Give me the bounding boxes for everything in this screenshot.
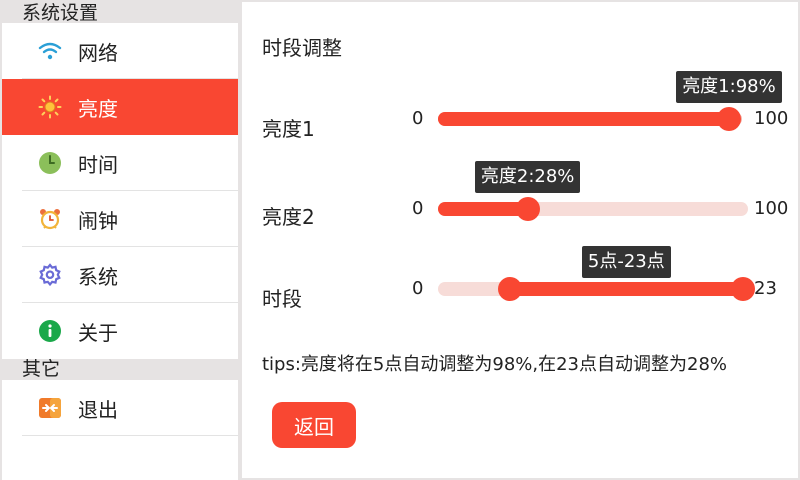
other-menu: 退出 [2,380,238,480]
clock-icon [38,151,62,175]
brightness1-max: 100 [754,108,789,129]
brightness-panel: 时段调整 亮度1 0 亮度1:98% 100 亮度2 0 亮度2:28% 100… [242,2,798,478]
period-start-thumb[interactable] [497,277,522,301]
sidebar-item-about[interactable]: 关于 [2,303,238,359]
brightness2-slider-thumb[interactable] [515,197,540,221]
brightness1-slider-thumb[interactable] [717,107,742,131]
period-max: 23 [754,278,777,299]
brightness2-max: 100 [754,198,789,219]
alarm-clock-icon [38,207,62,231]
wifi-icon [38,39,62,63]
settings-menu: 网络 亮度 时间 闹钟 系统 关于 [2,23,238,359]
exit-icon [38,396,62,420]
section-title-system: 系统设置 [22,2,99,24]
brightness1-min: 0 [412,108,424,129]
sidebar: 系统设置 网络 亮度 时间 闹钟 系统 关于 其它 退出 [0,0,238,480]
brightness1-slider-fill [438,112,737,126]
sidebar-item-exit[interactable]: 退出 [2,380,238,436]
sun-icon [38,95,62,119]
gear-icon [38,263,62,287]
brightness2-tooltip: 亮度2:28% [474,161,581,193]
divider [22,435,238,436]
sidebar-item-system[interactable]: 系统 [2,247,238,303]
sidebar-item-label: 闹钟 [78,208,118,233]
brightness2-min: 0 [412,198,424,219]
brightness1-tooltip: 亮度1:98% [676,71,782,103]
period-min: 0 [412,278,424,299]
period-end-thumb[interactable] [731,277,755,301]
tips-text: tips:亮度将在5点自动调整为98%,在23点自动调整为28% [262,354,728,375]
section-title-other: 其它 [22,358,61,380]
sidebar-item-alarm[interactable]: 闹钟 [2,191,238,247]
sidebar-item-label: 系统 [78,264,118,289]
sidebar-item-label: 时间 [78,152,118,177]
sidebar-item-brightness[interactable]: 亮度 [2,79,238,135]
info-icon [38,319,62,343]
panel-title: 时段调整 [262,36,342,60]
sidebar-item-label: 关于 [78,320,118,345]
sidebar-item-label: 网络 [78,40,118,65]
period-slider-fill [502,282,750,296]
sidebar-item-label: 亮度 [78,96,118,121]
back-button[interactable]: 返回 [272,402,356,448]
sidebar-item-network[interactable]: 网络 [2,23,238,79]
brightness2-label: 亮度2 [262,205,315,229]
sidebar-item-label: 退出 [78,397,118,422]
period-label: 时段 [262,287,302,311]
period-tooltip: 5点-23点 [581,246,671,278]
brightness1-label: 亮度1 [262,117,315,141]
sidebar-item-time[interactable]: 时间 [2,135,238,191]
